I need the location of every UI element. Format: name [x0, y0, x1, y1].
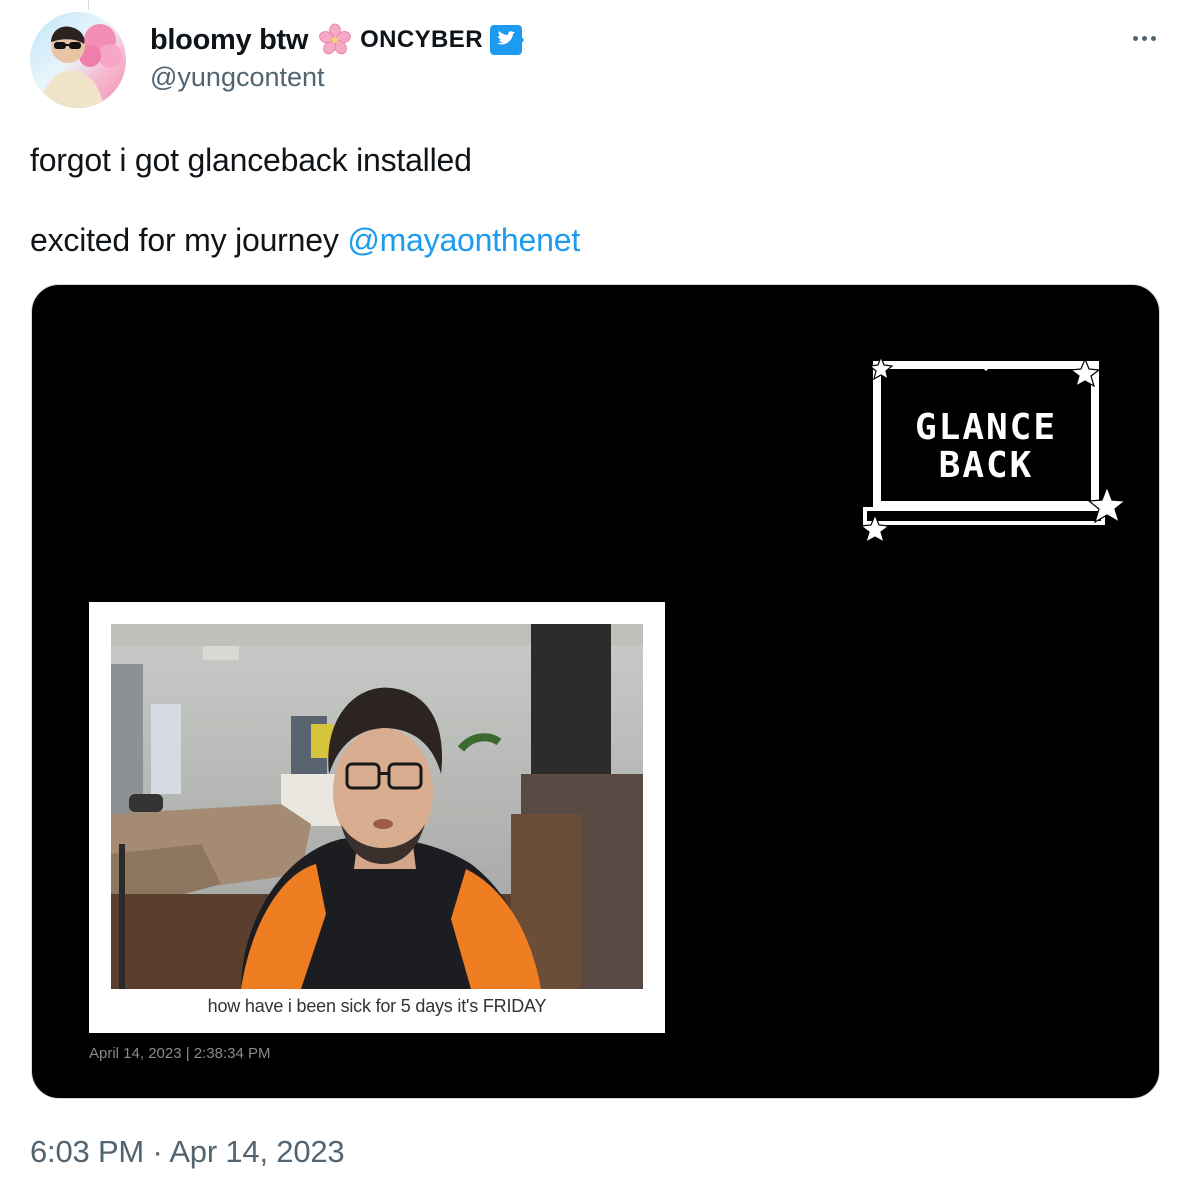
tweet-line-2-text: excited for my journey: [30, 222, 348, 258]
verified-badge-icon: [489, 25, 524, 55]
tweet-media[interactable]: GLANCE BACK how have i been sick for 5 d…: [31, 284, 1160, 1099]
more-dot-icon: [1132, 35, 1138, 41]
webcam-photo: [111, 624, 643, 989]
photo-caption: how have i been sick for 5 days it's FRI…: [207, 996, 547, 1016]
glanceback-logo: GLANCE BACK: [859, 357, 1127, 544]
tweet-line-1: forgot i got glanceback installed: [30, 142, 472, 178]
more-dot-icon: [1150, 35, 1156, 41]
author-handle[interactable]: @yungcontent: [150, 62, 325, 93]
affiliate-label[interactable]: ONCYBER: [360, 26, 483, 54]
photo-timestamp: April 14, 2023 | 2:38:34 PM: [89, 1045, 271, 1062]
tweet-date[interactable]: Apr 14, 2023: [169, 1134, 344, 1169]
tweet-line-2: excited for my journey @mayaonthenet: [30, 220, 580, 260]
tweet-text: forgot i got glanceback installed excite…: [30, 140, 580, 260]
cherry-blossom-icon: [319, 23, 351, 55]
thread-connector: [88, 0, 89, 10]
glanceback-polaroid: how have i been sick for 5 days it's FRI…: [89, 602, 665, 1033]
mention-link[interactable]: @mayaonthenet: [347, 222, 580, 258]
author-name-row: bloomy btw ONCYBER: [150, 22, 525, 58]
author-display-name[interactable]: bloomy btw: [150, 24, 308, 57]
logo-line-2: BACK: [939, 445, 1034, 486]
logo-line-1: GLANCE: [915, 407, 1057, 448]
more-options-button[interactable]: [1124, 26, 1164, 50]
more-dot-icon: [1141, 35, 1147, 41]
meta-separator: ·: [144, 1134, 170, 1169]
tweet-time[interactable]: 6:03 PM: [30, 1134, 144, 1169]
avatar[interactable]: [30, 12, 126, 108]
tweet-meta: 6:03 PM · Apr 14, 2023: [30, 1134, 345, 1170]
